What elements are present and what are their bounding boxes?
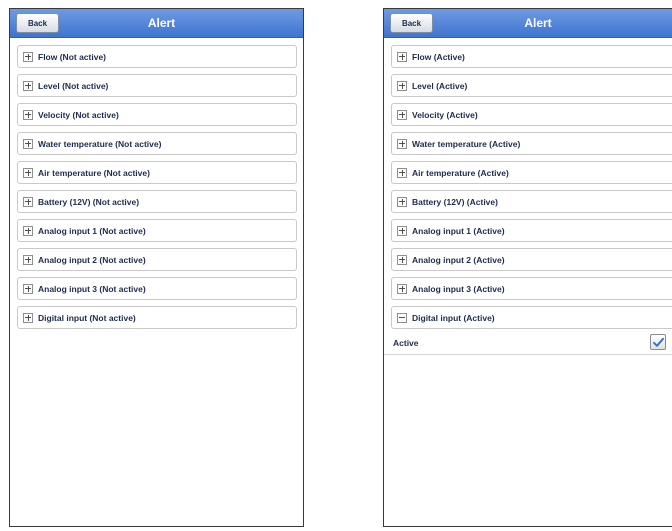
- item-label: Digital input (Active): [412, 312, 495, 323]
- item-label: Analog input 3 (Not active): [38, 283, 146, 294]
- item-label: Battery (12V) (Not active): [38, 196, 140, 207]
- item-label: Velocity (Active): [412, 109, 478, 120]
- list-item-flow[interactable]: Flow (Not active): [17, 45, 297, 68]
- expand-plus-icon[interactable]: [397, 254, 407, 265]
- list-item-battery[interactable]: Battery (12V) (Active): [391, 190, 672, 213]
- list-item-digital-input[interactable]: Digital input (Not active): [17, 306, 297, 329]
- list-item-air-temperature[interactable]: Air temperature (Not active): [17, 161, 297, 184]
- list-item-battery[interactable]: Battery (12V) (Not active): [17, 190, 297, 213]
- list-item-analog-input-1[interactable]: Analog input 1 (Not active): [17, 219, 297, 242]
- item-label: Analog input 3 (Active): [412, 283, 505, 294]
- list-item-analog-input-2[interactable]: Analog input 2 (Active): [391, 248, 672, 271]
- expand-plus-icon[interactable]: [23, 196, 33, 207]
- expand-plus-icon[interactable]: [397, 196, 407, 207]
- expand-plus-icon[interactable]: [397, 109, 407, 120]
- list-item-velocity[interactable]: Velocity (Active): [391, 103, 672, 126]
- alert-screen-active: Back Alert Flow (Active) Level (Active) …: [383, 8, 672, 527]
- list-item-digital-input[interactable]: Digital input (Active): [391, 306, 672, 329]
- expand-plus-icon[interactable]: [23, 138, 33, 149]
- collapse-minus-icon[interactable]: [397, 312, 407, 323]
- list-item-air-temperature[interactable]: Air temperature (Active): [391, 161, 672, 184]
- item-label: Level (Not active): [38, 80, 109, 91]
- item-label: Analog input 1 (Not active): [38, 225, 146, 236]
- expand-plus-icon[interactable]: [23, 80, 33, 91]
- expand-plus-icon[interactable]: [23, 51, 33, 62]
- item-label: Analog input 1 (Active): [412, 225, 505, 236]
- expand-plus-icon[interactable]: [397, 51, 407, 62]
- alert-list: Flow (Not active) Level (Not active) Vel…: [10, 38, 303, 329]
- alert-list: Flow (Active) Level (Active) Velocity (A…: [384, 38, 672, 355]
- item-label: Analog input 2 (Not active): [38, 254, 146, 265]
- expand-plus-icon[interactable]: [397, 225, 407, 236]
- item-label: Flow (Active): [412, 51, 465, 62]
- page-title: Alert: [147, 16, 176, 30]
- list-item-analog-input-2[interactable]: Analog input 2 (Not active): [17, 248, 297, 271]
- list-item-analog-input-3[interactable]: Analog input 3 (Not active): [17, 277, 297, 300]
- item-label: Water temperature (Active): [412, 138, 521, 149]
- title-bar: Back Alert: [384, 9, 672, 38]
- list-item-level[interactable]: Level (Not active): [17, 74, 297, 97]
- item-label: Air temperature (Active): [412, 167, 509, 178]
- title-bar: Back Alert: [10, 9, 303, 38]
- expand-plus-icon[interactable]: [23, 109, 33, 120]
- item-label: Battery (12V) (Active): [412, 196, 498, 207]
- list-item-velocity[interactable]: Velocity (Not active): [17, 103, 297, 126]
- item-label: Flow (Not active): [38, 51, 107, 62]
- expand-plus-icon[interactable]: [397, 80, 407, 91]
- item-label: Level (Active): [412, 80, 468, 91]
- list-item-flow[interactable]: Flow (Active): [391, 45, 672, 68]
- expand-plus-icon[interactable]: [23, 225, 33, 236]
- item-label: Analog input 2 (Active): [412, 254, 505, 265]
- expand-plus-icon[interactable]: [23, 312, 33, 323]
- item-label: Digital input (Not active): [38, 312, 136, 323]
- expand-plus-icon[interactable]: [397, 283, 407, 294]
- item-label: Air temperature (Not active): [38, 167, 150, 178]
- active-setting-row: Active: [384, 332, 672, 355]
- expand-plus-icon[interactable]: [23, 167, 33, 178]
- item-label: Velocity (Not active): [38, 109, 119, 120]
- alert-screen-inactive: Back Alert Flow (Not active) Level (Not …: [9, 8, 304, 527]
- list-item-water-temperature[interactable]: Water temperature (Not active): [17, 132, 297, 155]
- expand-plus-icon[interactable]: [23, 283, 33, 294]
- list-item-analog-input-3[interactable]: Analog input 3 (Active): [391, 277, 672, 300]
- expand-plus-icon[interactable]: [23, 254, 33, 265]
- list-item-analog-input-1[interactable]: Analog input 1 (Active): [391, 219, 672, 242]
- active-checkbox[interactable]: [650, 334, 666, 350]
- active-label: Active: [393, 338, 419, 348]
- checkmark-icon: [653, 337, 664, 347]
- list-item-level[interactable]: Level (Active): [391, 74, 672, 97]
- page-title: Alert: [524, 16, 552, 30]
- expand-plus-icon[interactable]: [397, 167, 407, 178]
- item-label: Water temperature (Not active): [38, 138, 162, 149]
- list-item-water-temperature[interactable]: Water temperature (Active): [391, 132, 672, 155]
- expand-plus-icon[interactable]: [397, 138, 407, 149]
